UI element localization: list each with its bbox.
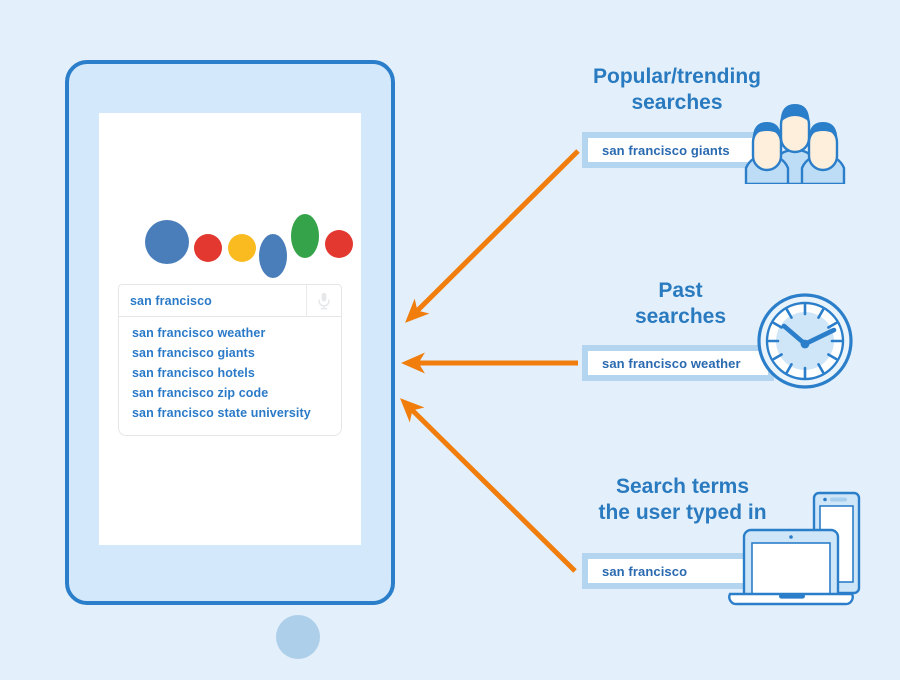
logo-dot-1 — [194, 234, 222, 262]
chip-inner: san francisco giants — [588, 138, 756, 162]
clock-icon — [757, 293, 853, 389]
devices-icon — [728, 491, 861, 606]
suggestions-list[interactable]: san francisco weather san francisco giant… — [118, 317, 342, 436]
logo-dot-5 — [325, 230, 353, 258]
suggestion-item[interactable]: san francisco zip code — [119, 383, 341, 403]
chip-label: san francisco weather — [602, 355, 741, 371]
people-group-icon — [744, 104, 846, 184]
search-query-text[interactable]: san francisco — [119, 294, 306, 308]
arrow-popular-trending — [405, 149, 580, 323]
suggestion-item[interactable]: san francisco hotels — [119, 363, 341, 383]
arrow-typed-terms — [400, 398, 577, 573]
search-input[interactable]: san francisco — [118, 284, 342, 317]
suggestion-item[interactable]: san francisco giants — [119, 343, 341, 363]
home-button[interactable] — [276, 615, 320, 659]
google-dots-logo — [145, 208, 353, 278]
microphone-icon — [318, 292, 330, 309]
logo-dot-0 — [145, 220, 189, 264]
suggestion-item[interactable]: san francisco weather — [119, 323, 341, 343]
logo-dot-2 — [228, 234, 256, 262]
chip-label: san francisco — [602, 563, 688, 579]
chip-label: san francisco giants — [602, 142, 730, 158]
chip-popular-trending[interactable]: san francisco giants — [582, 132, 762, 168]
logo-dot-3 — [259, 234, 287, 278]
diagram-canvas: san francisco san francisco weather san f… — [0, 0, 900, 680]
logo-dot-4 — [291, 214, 319, 258]
callout-heading-past-searches: Past searches — [634, 279, 727, 328]
chip-past-searches[interactable]: san francisco weather — [582, 345, 774, 381]
microphone-button[interactable] — [306, 285, 341, 316]
suggestion-item[interactable]: san francisco state university — [119, 403, 341, 423]
chip-inner: san francisco weather — [588, 351, 768, 375]
